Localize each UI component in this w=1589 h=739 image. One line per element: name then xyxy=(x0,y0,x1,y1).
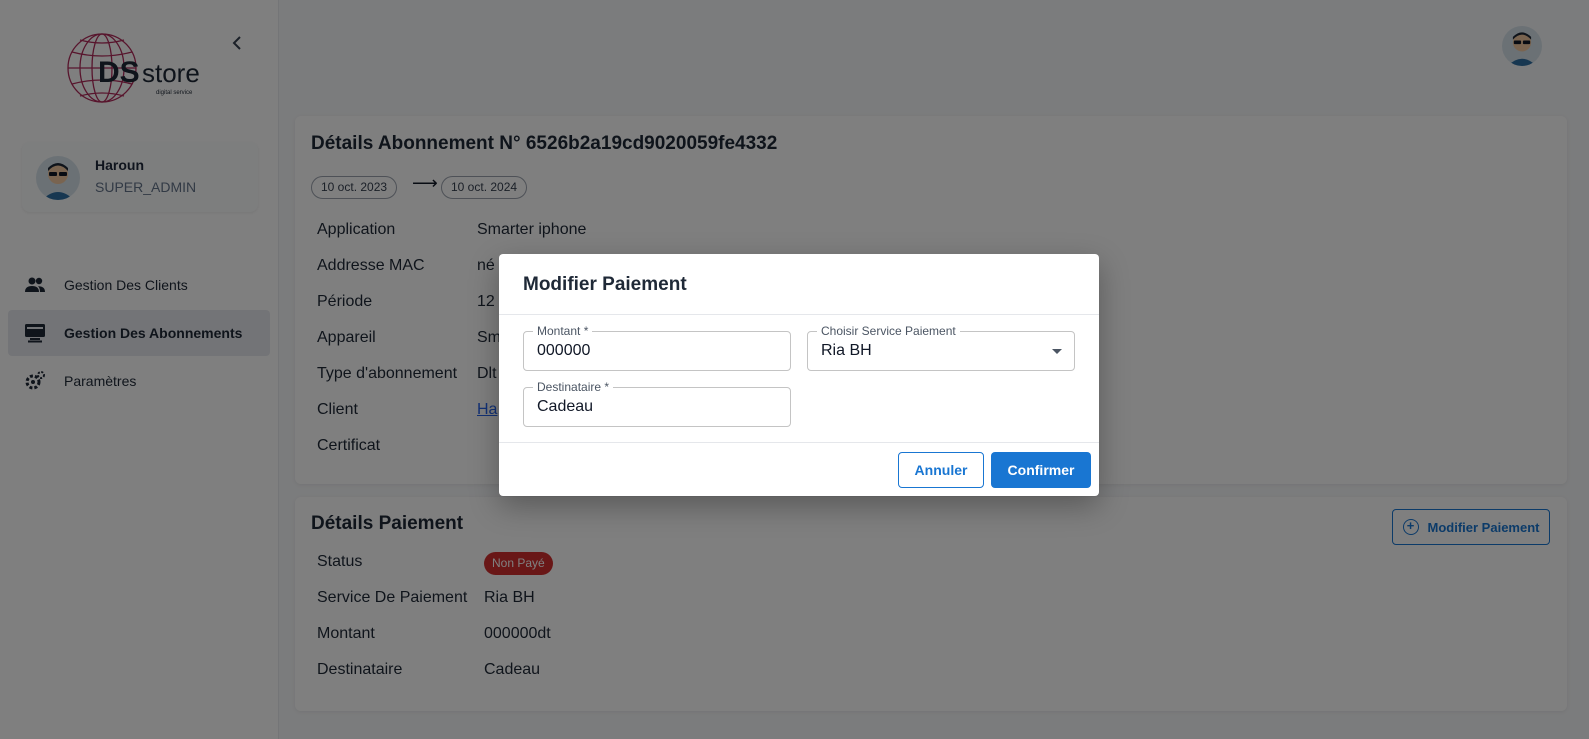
recipient-field-value: Cadeau xyxy=(537,398,594,415)
recipient-field[interactable]: Destinataire * Cadeau xyxy=(523,380,791,427)
payment-service-select[interactable]: Choisir Service Paiement Ria BH xyxy=(807,324,1075,371)
divider xyxy=(499,442,1099,443)
dialog-title: Modifier Paiement xyxy=(523,274,687,295)
payment-service-value: Ria BH xyxy=(821,342,872,359)
recipient-field-label: Destinataire * xyxy=(533,380,614,394)
caret-down-icon xyxy=(1052,349,1062,354)
modify-payment-dialog: Modifier Paiement Montant * 000000 Chois… xyxy=(499,254,1099,496)
payment-service-label: Choisir Service Paiement xyxy=(817,324,960,338)
amount-field-label: Montant * xyxy=(533,324,593,338)
divider xyxy=(499,314,1099,315)
amount-field[interactable]: Montant * 000000 xyxy=(523,324,791,371)
amount-field-value: 000000 xyxy=(537,342,591,359)
cancel-button[interactable]: Annuler xyxy=(898,452,984,488)
confirm-button[interactable]: Confirmer xyxy=(991,452,1091,488)
